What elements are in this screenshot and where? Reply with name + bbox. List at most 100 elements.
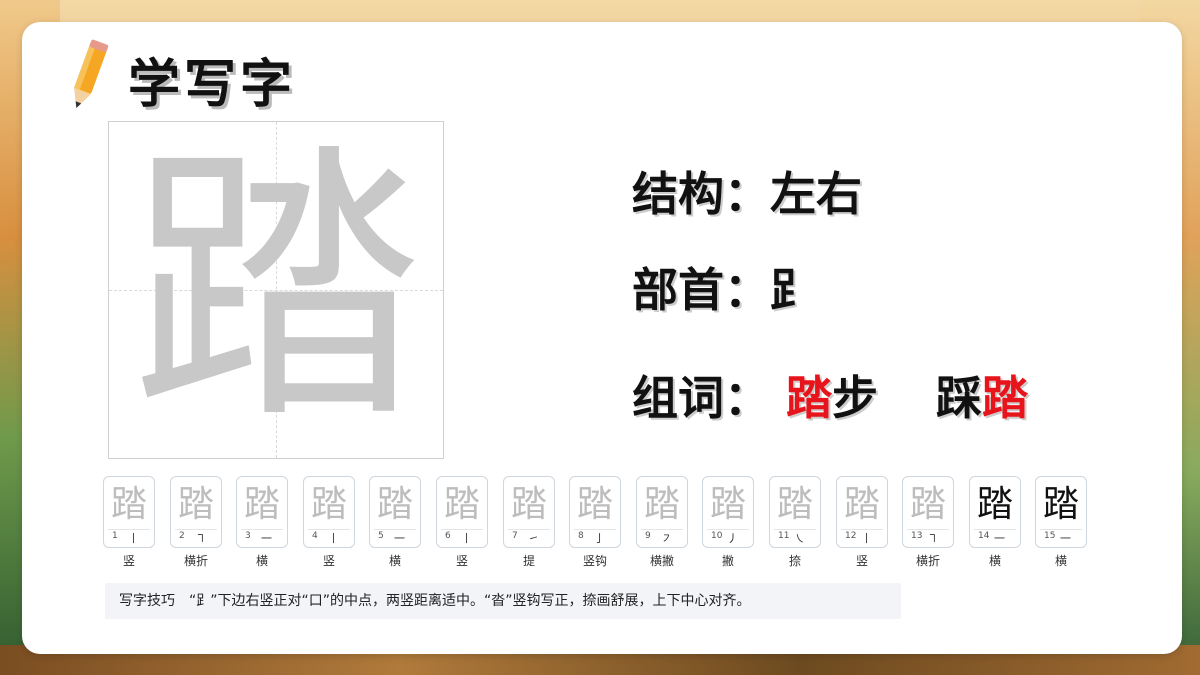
stroke-name: 横 <box>1054 554 1067 568</box>
page-title: 学写字 <box>128 55 297 115</box>
stroke-step: 踏 7 ㇀提 <box>503 476 555 572</box>
stroke-tile: 踏 9 ㇇ <box>636 476 688 548</box>
stroke-glyph: 踏 <box>709 484 746 525</box>
words-row: 组词： 踏步 踩踏 <box>632 362 1070 428</box>
stroke-step: 踏 6丨竖 <box>436 476 488 572</box>
stroke-tile: 踏 2 ㇕ <box>170 476 222 548</box>
stroke-name: 提 <box>522 554 535 568</box>
stroke-glyph: 踏 <box>110 484 147 525</box>
stroke-name: 横 <box>255 554 268 568</box>
stroke-shape: 一 <box>394 532 405 545</box>
stroke-glyph: 踏 <box>510 484 547 525</box>
stroke-name: 捺 <box>788 554 801 568</box>
stroke-shape: ㇕ <box>195 532 206 545</box>
stroke-shape: 丨 <box>461 532 472 545</box>
stroke-step: 踏 4丨竖 <box>303 476 355 572</box>
stroke-name: 竖 <box>455 554 468 568</box>
stroke-shape: 一 <box>994 532 1005 545</box>
stroke-name: 横 <box>988 554 1001 568</box>
stroke-step: 踏 1丨竖 <box>103 476 155 572</box>
stroke-tile: 踏 4丨 <box>303 476 355 548</box>
stroke-step: 踏 9 ㇇横撇 <box>636 476 688 572</box>
stroke-name: 竖 <box>322 554 335 568</box>
stroke-tile: 踏 5一 <box>369 476 421 548</box>
stroke-glyph: 踏 <box>776 484 813 525</box>
stroke-shape: 一 <box>261 532 272 545</box>
stroke-name: 竖 <box>855 554 868 568</box>
stroke-number: 1 <box>112 531 118 541</box>
word-item: 踩踏 <box>936 371 1028 425</box>
stroke-shape: 丨 <box>861 532 872 545</box>
stroke-number: 15 <box>1044 531 1056 541</box>
stroke-tile: 踏 7 ㇀ <box>503 476 555 548</box>
stroke-step: 踏 13 ㇕横折 <box>902 476 954 572</box>
stroke-glyph: 踏 <box>310 484 347 525</box>
stroke-shape: ㇏ <box>794 532 805 545</box>
pencil-icon <box>74 39 109 108</box>
stroke-number: 6 <box>445 531 451 541</box>
stroke-glyph: 踏 <box>643 484 680 525</box>
stroke-glyph: 踏 <box>909 484 946 525</box>
stroke-shape: 丨 <box>128 532 139 545</box>
structure-row: 结构：左右 <box>632 158 862 224</box>
stroke-shape: 亅 <box>594 532 605 545</box>
stroke-number: 7 <box>512 531 518 541</box>
tip-label: 写字技巧 <box>119 593 175 609</box>
word-item: 踏步 <box>786 371 894 425</box>
stroke-glyph: 踏 <box>376 484 413 525</box>
stroke-shape: ㇕ <box>927 532 938 545</box>
stroke-tile: 踏 13 ㇕ <box>902 476 954 548</box>
stroke-order-list: 踏 1 丨竖踏 2 ㇕横折踏 3 一横踏 4 丨竖踏 5 一横踏 6 丨竖踏 7 ㇀提踏 8 亅竖钩踏 9 ㇇横撇踏… <box>103 476 1093 574</box>
stroke-number: 3 <box>245 531 251 541</box>
stroke-shape: 丨 <box>328 532 339 545</box>
main-character: 踏 <box>131 121 421 458</box>
stroke-tile: 踏 12 丨 <box>836 476 888 548</box>
stroke-glyph: 踏 <box>976 484 1013 525</box>
stroke-tile: 踏 10 丿 <box>702 476 754 548</box>
stroke-number: 11 <box>778 531 790 541</box>
stroke-number: 13 <box>911 531 923 541</box>
stroke-step: 踏 3一横 <box>236 476 288 572</box>
character-grid: 踏 <box>108 121 444 459</box>
stroke-glyph: 踏 <box>443 484 480 525</box>
stroke-tile: 踏 1丨 <box>103 476 155 548</box>
writing-tip-bar: 写字技巧 “⻊”下边右竖正对“口”的中点，两竖距离适中。“沓”竖钩写正，捺画舒展，… <box>105 583 901 619</box>
stroke-number: 14 <box>978 531 990 541</box>
stroke-shape: ㇇ <box>661 532 672 545</box>
stroke-name: 横折 <box>183 554 208 568</box>
stroke-name: 横撇 <box>649 554 674 568</box>
stroke-name: 撇 <box>721 554 734 568</box>
stroke-number: 4 <box>312 531 318 541</box>
word-char: 步 <box>832 371 879 425</box>
stroke-step: 踏 15 一横 <box>1035 476 1087 572</box>
stroke-number: 10 <box>711 531 723 541</box>
stroke-step: 踏 11 ㇏捺 <box>769 476 821 572</box>
stroke-number: 2 <box>179 531 185 541</box>
structure-label: 结构： <box>632 167 770 221</box>
stroke-name: 横折 <box>915 554 940 568</box>
tip-text: “⻊”下边右竖正对“口”的中点，两竖距离适中。“沓”竖钩写正，捺画舒展，上下中心… <box>189 593 751 609</box>
stroke-step: 踏 5一横 <box>369 476 421 572</box>
stroke-shape: 一 <box>1060 532 1071 545</box>
stroke-step: 踏 8 亅竖钩 <box>569 476 621 572</box>
stroke-tile: 踏 6丨 <box>436 476 488 548</box>
stroke-shape: 丿 <box>727 532 738 545</box>
stroke-tile: 踏 14 一 <box>969 476 1021 548</box>
stroke-glyph: 踏 <box>843 484 880 525</box>
stroke-name: 竖 <box>122 554 135 568</box>
stroke-name: 横 <box>388 554 401 568</box>
words-label: 组词： <box>632 371 770 425</box>
stroke-glyph: 踏 <box>1042 484 1079 525</box>
stroke-tile: 踏 11 ㇏ <box>769 476 821 548</box>
stroke-tile: 踏 3一 <box>236 476 288 548</box>
radical-row: 部首：⻊ <box>632 254 816 320</box>
stroke-step: 踏 12 丨竖 <box>836 476 888 572</box>
stroke-glyph: 踏 <box>177 484 214 525</box>
stroke-shape: ㇀ <box>528 532 539 545</box>
stroke-number: 12 <box>845 531 857 541</box>
stroke-number: 5 <box>378 531 384 541</box>
stroke-glyph: 踏 <box>576 484 613 525</box>
word-char: 踏 <box>786 371 833 425</box>
word-char: 踩 <box>936 371 983 425</box>
stroke-glyph: 踏 <box>243 484 280 525</box>
